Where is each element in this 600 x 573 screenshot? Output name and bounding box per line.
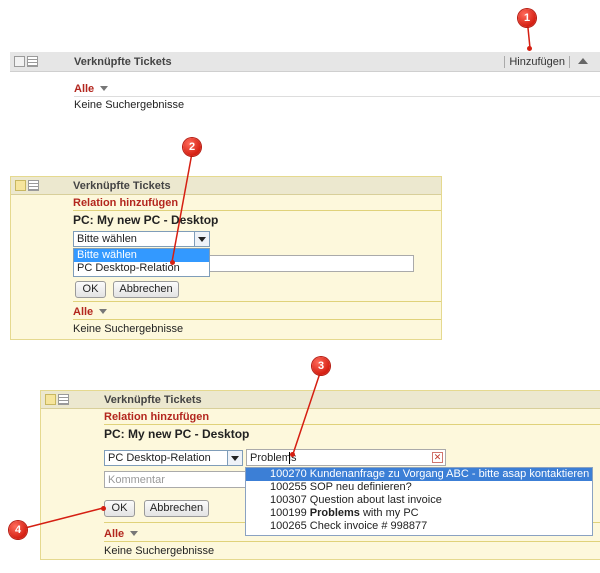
callout-line-2: [171, 152, 193, 263]
callout-marker-2: 2: [183, 138, 201, 156]
callout-pin-1: [527, 46, 532, 51]
callout-line-3: [292, 369, 322, 455]
callout-pin-4: [101, 506, 106, 511]
callout-line-4: [20, 507, 104, 530]
callout-lines: [20, 17, 531, 530]
callout-pin-3: [290, 452, 295, 457]
callout-pin-2: [170, 260, 175, 265]
callout-marker-3: 3: [312, 357, 330, 375]
callout-marker-1: 1: [518, 9, 536, 27]
callout-marker-4: 4: [9, 521, 27, 539]
